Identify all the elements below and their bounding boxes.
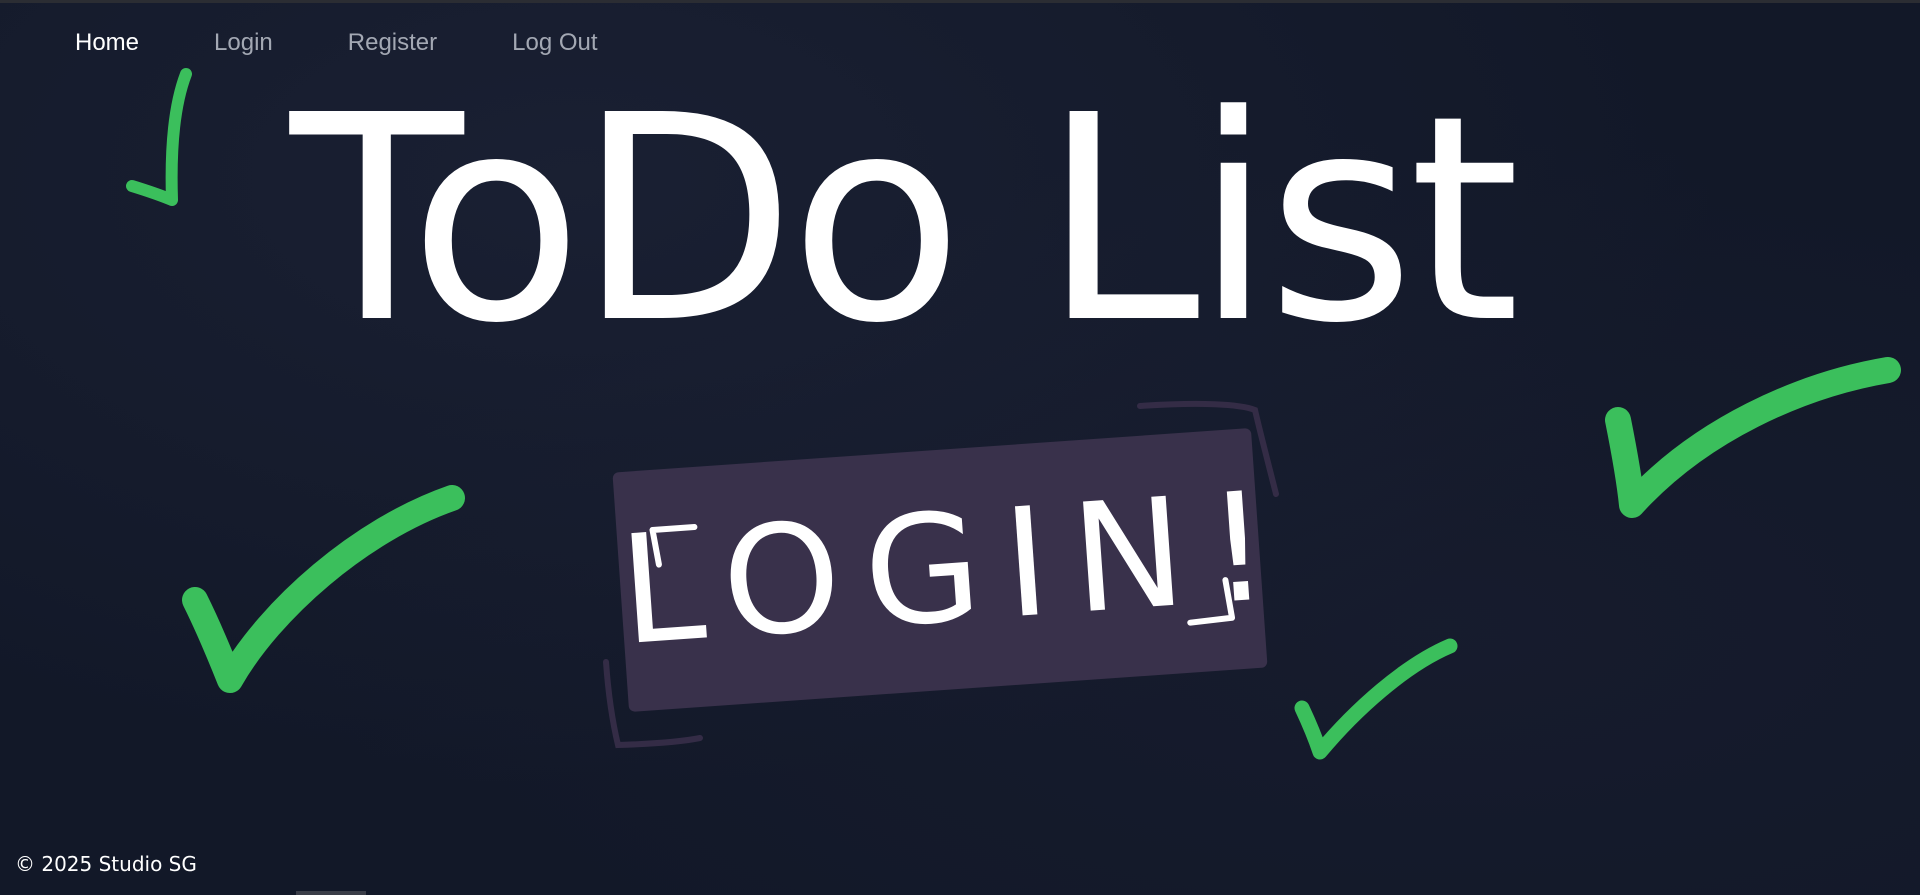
checkmark-icon	[126, 68, 192, 206]
checkmark-icon	[1294, 638, 1458, 760]
top-nav: Home Login Register Log Out	[75, 28, 598, 58]
login-banner: LOGIN!	[612, 427, 1299, 713]
checkmark-icon	[1605, 357, 1901, 518]
page-title: ToDo List	[290, 54, 1520, 385]
nav-register-link[interactable]: Register	[348, 28, 437, 58]
scroll-indicator	[296, 891, 366, 895]
login-banner-label: LOGIN!	[614, 458, 1299, 680]
checkmark-icon	[182, 485, 465, 693]
nav-login-link[interactable]: Login	[214, 28, 273, 58]
nav-home-link[interactable]: Home	[75, 28, 139, 58]
footer-copyright: © 2025 Studio SG	[15, 852, 197, 876]
hero-banner: ToDo List LOGIN!	[0, 0, 1920, 895]
page: ToDo List LOGIN! Home Login Register Log…	[0, 0, 1920, 895]
nav-logout-link[interactable]: Log Out	[512, 28, 597, 58]
